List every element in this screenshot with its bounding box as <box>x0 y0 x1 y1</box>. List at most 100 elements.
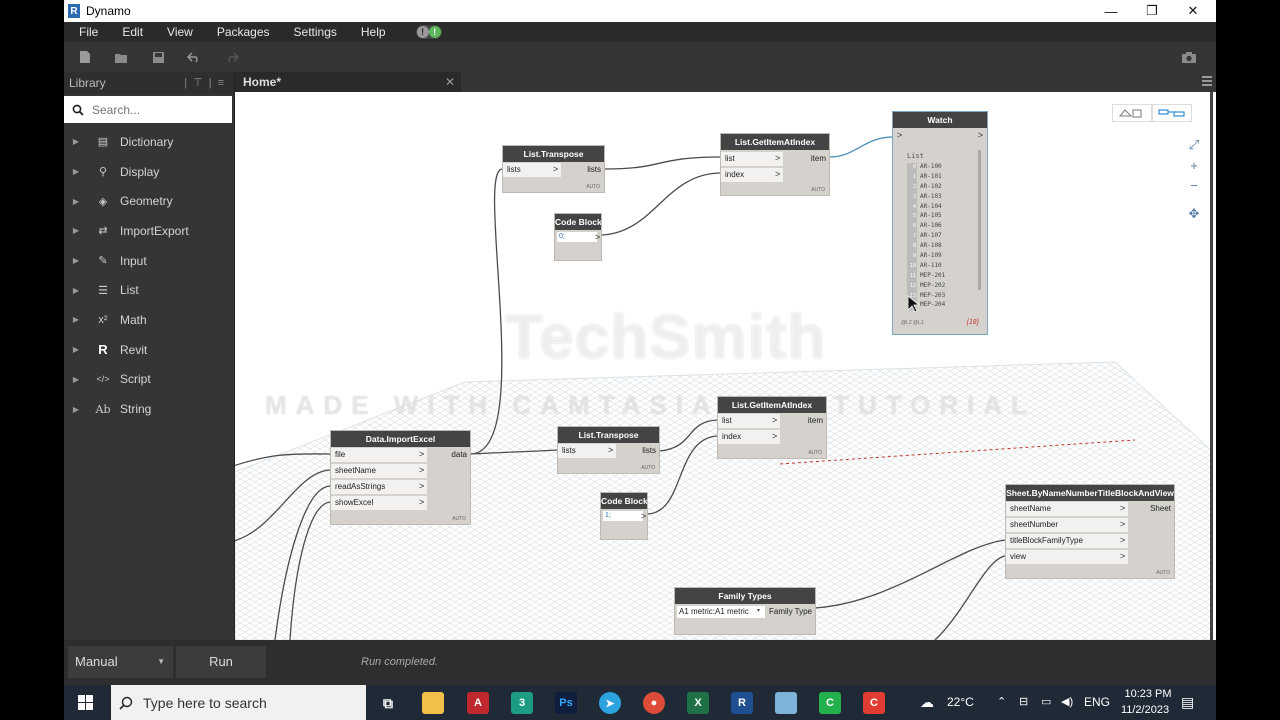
language-indicator[interactable]: ENG <box>1084 685 1110 720</box>
tab-close-icon[interactable]: ✕ <box>445 72 455 92</box>
run-button[interactable]: Run <box>176 646 266 678</box>
library-item-importexport[interactable]: ▶ ⇄ ImportExport <box>64 216 234 246</box>
menu-file[interactable]: File <box>64 22 110 42</box>
library-item-dictionary[interactable]: ▶ ▤ Dictionary <box>64 127 234 157</box>
port-list-in[interactable]: list <box>721 152 783 166</box>
excel-icon[interactable]: X <box>687 692 709 714</box>
code-editor[interactable]: 1; <box>603 511 643 521</box>
zoom-fit-icon[interactable]: ⤢ <box>1183 136 1205 154</box>
menu-packages[interactable]: Packages <box>205 22 282 42</box>
library-item-geometry[interactable]: ▶ ◈ Geometry <box>64 186 234 216</box>
dictionary-icon: ▤ <box>97 136 109 149</box>
open-file-icon[interactable] <box>113 49 129 65</box>
tab-menu-icon[interactable] <box>1202 76 1212 86</box>
port-lists-out[interactable]: lists <box>587 163 601 177</box>
port-showexcel-in[interactable]: showExcel <box>331 496 427 510</box>
taskbar-search[interactable]: Type here to search <box>111 685 366 720</box>
menu-help[interactable]: Help <box>349 22 398 42</box>
library-item-list[interactable]: ▶ ☰ List <box>64 275 234 305</box>
port-sheetname-in[interactable]: sheetName <box>1006 502 1128 516</box>
close-button[interactable]: ✕ <box>1172 0 1214 22</box>
autocad-icon[interactable]: A <box>467 692 489 714</box>
revit-taskbar-icon[interactable]: R <box>731 692 753 714</box>
weather-temp[interactable]: 22°C <box>947 685 974 720</box>
library-item-script[interactable]: ▶ </> Script <box>64 365 234 395</box>
telegram-icon[interactable]: ➤ <box>599 692 621 714</box>
library-item-revit[interactable]: ▶ R Revit <box>64 335 234 365</box>
node-get-item-1[interactable]: List.GetItemAtIndex list > index > item … <box>720 133 830 196</box>
port-sheetnumber-in[interactable]: sheetNumber <box>1006 518 1128 532</box>
watch-scrollbar[interactable] <box>978 150 981 290</box>
node-code-block-2[interactable]: Code Block 1; > <box>600 492 648 540</box>
port-readasstrings-in[interactable]: readAsStrings <box>331 480 427 494</box>
monitor-icon[interactable]: ▭ <box>1041 685 1051 720</box>
node-watch[interactable]: Watch > > List 0 AR-100 1 AR-101 2 AR-102 3… <box>892 111 988 335</box>
camera-icon[interactable] <box>1181 49 1197 65</box>
tab-home[interactable]: Home* ✕ <box>235 72 461 92</box>
node-get-item-2[interactable]: List.GetItemAtIndex list > index > item … <box>717 396 827 459</box>
family-type-dropdown[interactable]: A1 metric:A1 metric <box>677 606 765 618</box>
port-item-out[interactable]: item <box>808 414 823 428</box>
maximize-button[interactable]: ❐ <box>1131 0 1173 22</box>
port-index-in[interactable]: index <box>721 168 783 182</box>
library-item-input[interactable]: ▶ ✎ Input <box>64 246 234 276</box>
port-index-in[interactable]: index <box>718 430 780 444</box>
zoom-in-icon[interactable]: + <box>1183 156 1205 174</box>
menu-settings[interactable]: Settings <box>282 22 349 42</box>
tray-chevron-icon[interactable]: ⌃ <box>997 685 1006 720</box>
chrome-icon[interactable]: ● <box>643 692 665 714</box>
volume-icon[interactable]: ◀) <box>1061 685 1073 720</box>
port-titleblock-in[interactable]: titleBlockFamilyType <box>1006 534 1128 548</box>
port-item-out[interactable]: item <box>811 152 826 166</box>
port-family-type-out[interactable]: Family Type <box>769 605 812 619</box>
geometry-view-toggle[interactable] <box>1112 104 1152 122</box>
file-explorer-icon[interactable] <box>422 692 444 714</box>
app-red-icon[interactable]: C <box>863 692 885 714</box>
graph-canvas[interactable]: TechSmith MADE WITH CAMTASIA FOR TUTORIA… <box>235 92 1213 640</box>
port-view-in[interactable]: view <box>1006 550 1128 564</box>
library-item-string[interactable]: ▶ Ab String <box>64 394 234 424</box>
port-data-out[interactable]: data <box>451 448 467 462</box>
photoshop-icon[interactable]: Ps <box>555 692 577 714</box>
node-family-types[interactable]: Family Types A1 metric:A1 metric ▾ Famil… <box>674 587 816 635</box>
network-icon[interactable]: ⊟ <box>1019 685 1028 720</box>
app-green-icon[interactable]: C <box>819 692 841 714</box>
app-3-icon[interactable]: 3 <box>511 692 533 714</box>
save-icon[interactable] <box>150 49 166 65</box>
graph-view-toggle[interactable] <box>1152 104 1192 122</box>
code-editor[interactable]: 0; <box>557 232 597 242</box>
pan-icon[interactable]: ✥ <box>1183 205 1205 223</box>
library-item-math[interactable]: ▶ x² Math <box>64 305 234 335</box>
notifications-icon[interactable]: ▤ <box>1181 685 1194 720</box>
new-file-icon[interactable] <box>77 49 93 65</box>
watch-list[interactable]: 0 AR-100 1 AR-101 2 AR-102 3 AR-103 4 AR-104 … <box>907 162 981 312</box>
undo-icon[interactable] <box>186 49 202 65</box>
run-mode-dropdown[interactable]: Manual ▼ <box>68 646 173 678</box>
port-list-in[interactable]: list <box>718 414 780 428</box>
app-notes-icon[interactable] <box>775 692 797 714</box>
search-input[interactable] <box>92 102 222 117</box>
windows-start-icon[interactable] <box>78 695 94 716</box>
port-sheetname-in[interactable]: sheetName <box>331 464 427 478</box>
node-list-transpose-2[interactable]: List.Transpose lists > lists AUTO <box>557 426 660 474</box>
port-sheet-out[interactable]: Sheet <box>1150 502 1171 516</box>
notification-indicator[interactable]: ! ! <box>415 25 442 39</box>
node-import-excel[interactable]: Data.ImportExcel file > sheetName > read… <box>330 430 471 525</box>
clock-date[interactable]: 11/2/2023 <box>1116 703 1174 718</box>
node-title: Family Types <box>675 588 815 604</box>
menu-edit[interactable]: Edit <box>110 22 155 42</box>
library-item-display[interactable]: ▶ ⚲ Display <box>64 157 234 187</box>
node-code-block-1[interactable]: Code Block 0; > <box>554 213 602 261</box>
node-list-transpose-1[interactable]: List.Transpose lists > lists AUTO <box>502 145 605 193</box>
redo-icon[interactable] <box>224 49 240 65</box>
port-lists-out[interactable]: lists <box>642 444 656 458</box>
minimize-button[interactable]: — <box>1090 0 1132 22</box>
library-filter-icon[interactable]: |⊤|≡ <box>184 76 230 89</box>
port-file-in[interactable]: file <box>331 448 427 462</box>
clock-time[interactable]: 10:23 PM <box>1122 687 1174 702</box>
zoom-out-icon[interactable]: − <box>1183 176 1205 194</box>
task-view-icon[interactable]: ⧉ <box>377 692 399 714</box>
node-sheet-by-name[interactable]: Sheet.ByNameNumberTitleBlockAndView shee… <box>1005 484 1175 579</box>
weather-icon[interactable]: ☁ <box>920 685 934 720</box>
menu-view[interactable]: View <box>155 22 205 42</box>
